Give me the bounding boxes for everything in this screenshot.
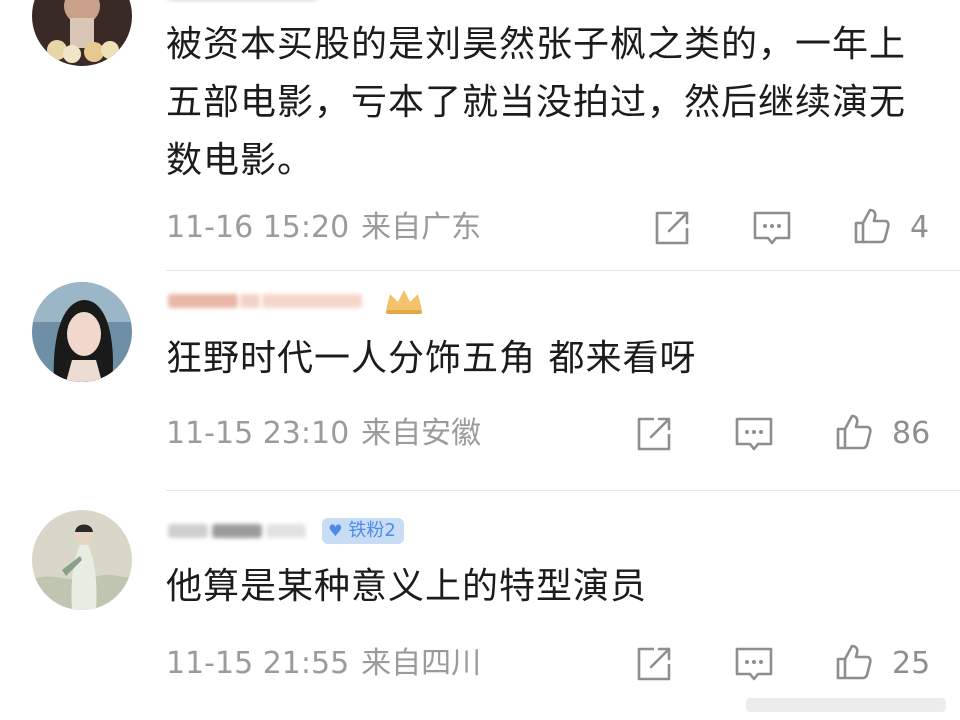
like-count: 25 <box>892 646 931 681</box>
comment-icon[interactable] <box>734 414 774 454</box>
comment-text: 狂野时代一人分饰五角 都来看呀 <box>166 338 697 379</box>
share-icon[interactable] <box>634 644 674 684</box>
comment-location: 来自四川 <box>361 646 482 681</box>
username[interactable]: ♥ 铁粉2 <box>168 510 404 550</box>
comment-meta: 11-15 23:10 来自安徽 <box>166 412 481 456</box>
comment-icon[interactable] <box>752 208 792 248</box>
comment-item: 狂野时代一人分饰五角 都来看呀 11-15 23:10 来自安徽 86 <box>0 270 960 490</box>
username[interactable] <box>168 280 426 320</box>
comment-item: ♥ 铁粉2 他算是某种意义上的特型演员 11-15 21:55 来自四川 25 <box>0 490 960 720</box>
comment-text: 被资本买股的是刘昊然张子枫之类的，一年上五部电影，亏本了就当没拍过，然后继续演无… <box>166 24 907 181</box>
share-icon[interactable] <box>652 208 692 248</box>
comment-text: 他算是某种意义上的特型演员 <box>166 566 648 607</box>
avatar[interactable] <box>32 282 132 382</box>
fan-badge[interactable]: ♥ 铁粉2 <box>322 517 404 544</box>
comment-location: 来自广东 <box>361 210 482 245</box>
avatar[interactable] <box>32 510 132 610</box>
like-count: 86 <box>892 416 931 451</box>
comment-time: 11-15 23:10 <box>166 416 350 451</box>
comment-meta: 11-16 15:20 来自广东 <box>166 206 481 250</box>
avatar[interactable] <box>32 0 132 66</box>
comment-meta: 11-15 21:55 来自四川 <box>166 642 481 686</box>
comment-location: 来自安徽 <box>361 416 482 451</box>
comment-time: 11-15 21:55 <box>166 646 350 681</box>
comment-item: 被资本买股的是刘昊然张子枫之类的，一年上五部电影，亏本了就当没拍过，然后继续演无… <box>0 0 960 270</box>
thumbs-up-icon[interactable] <box>852 206 892 246</box>
share-icon[interactable] <box>634 414 674 454</box>
thumbs-up-icon[interactable] <box>834 642 874 682</box>
heart-icon: ♥ <box>328 520 343 540</box>
crown-icon <box>382 286 426 316</box>
comment-time: 11-16 15:20 <box>166 210 350 245</box>
thumbs-up-icon[interactable] <box>834 412 874 452</box>
like-count: 4 <box>910 210 930 245</box>
comment-icon[interactable] <box>734 644 774 684</box>
watermark <box>746 694 946 716</box>
username[interactable] <box>168 0 318 12</box>
